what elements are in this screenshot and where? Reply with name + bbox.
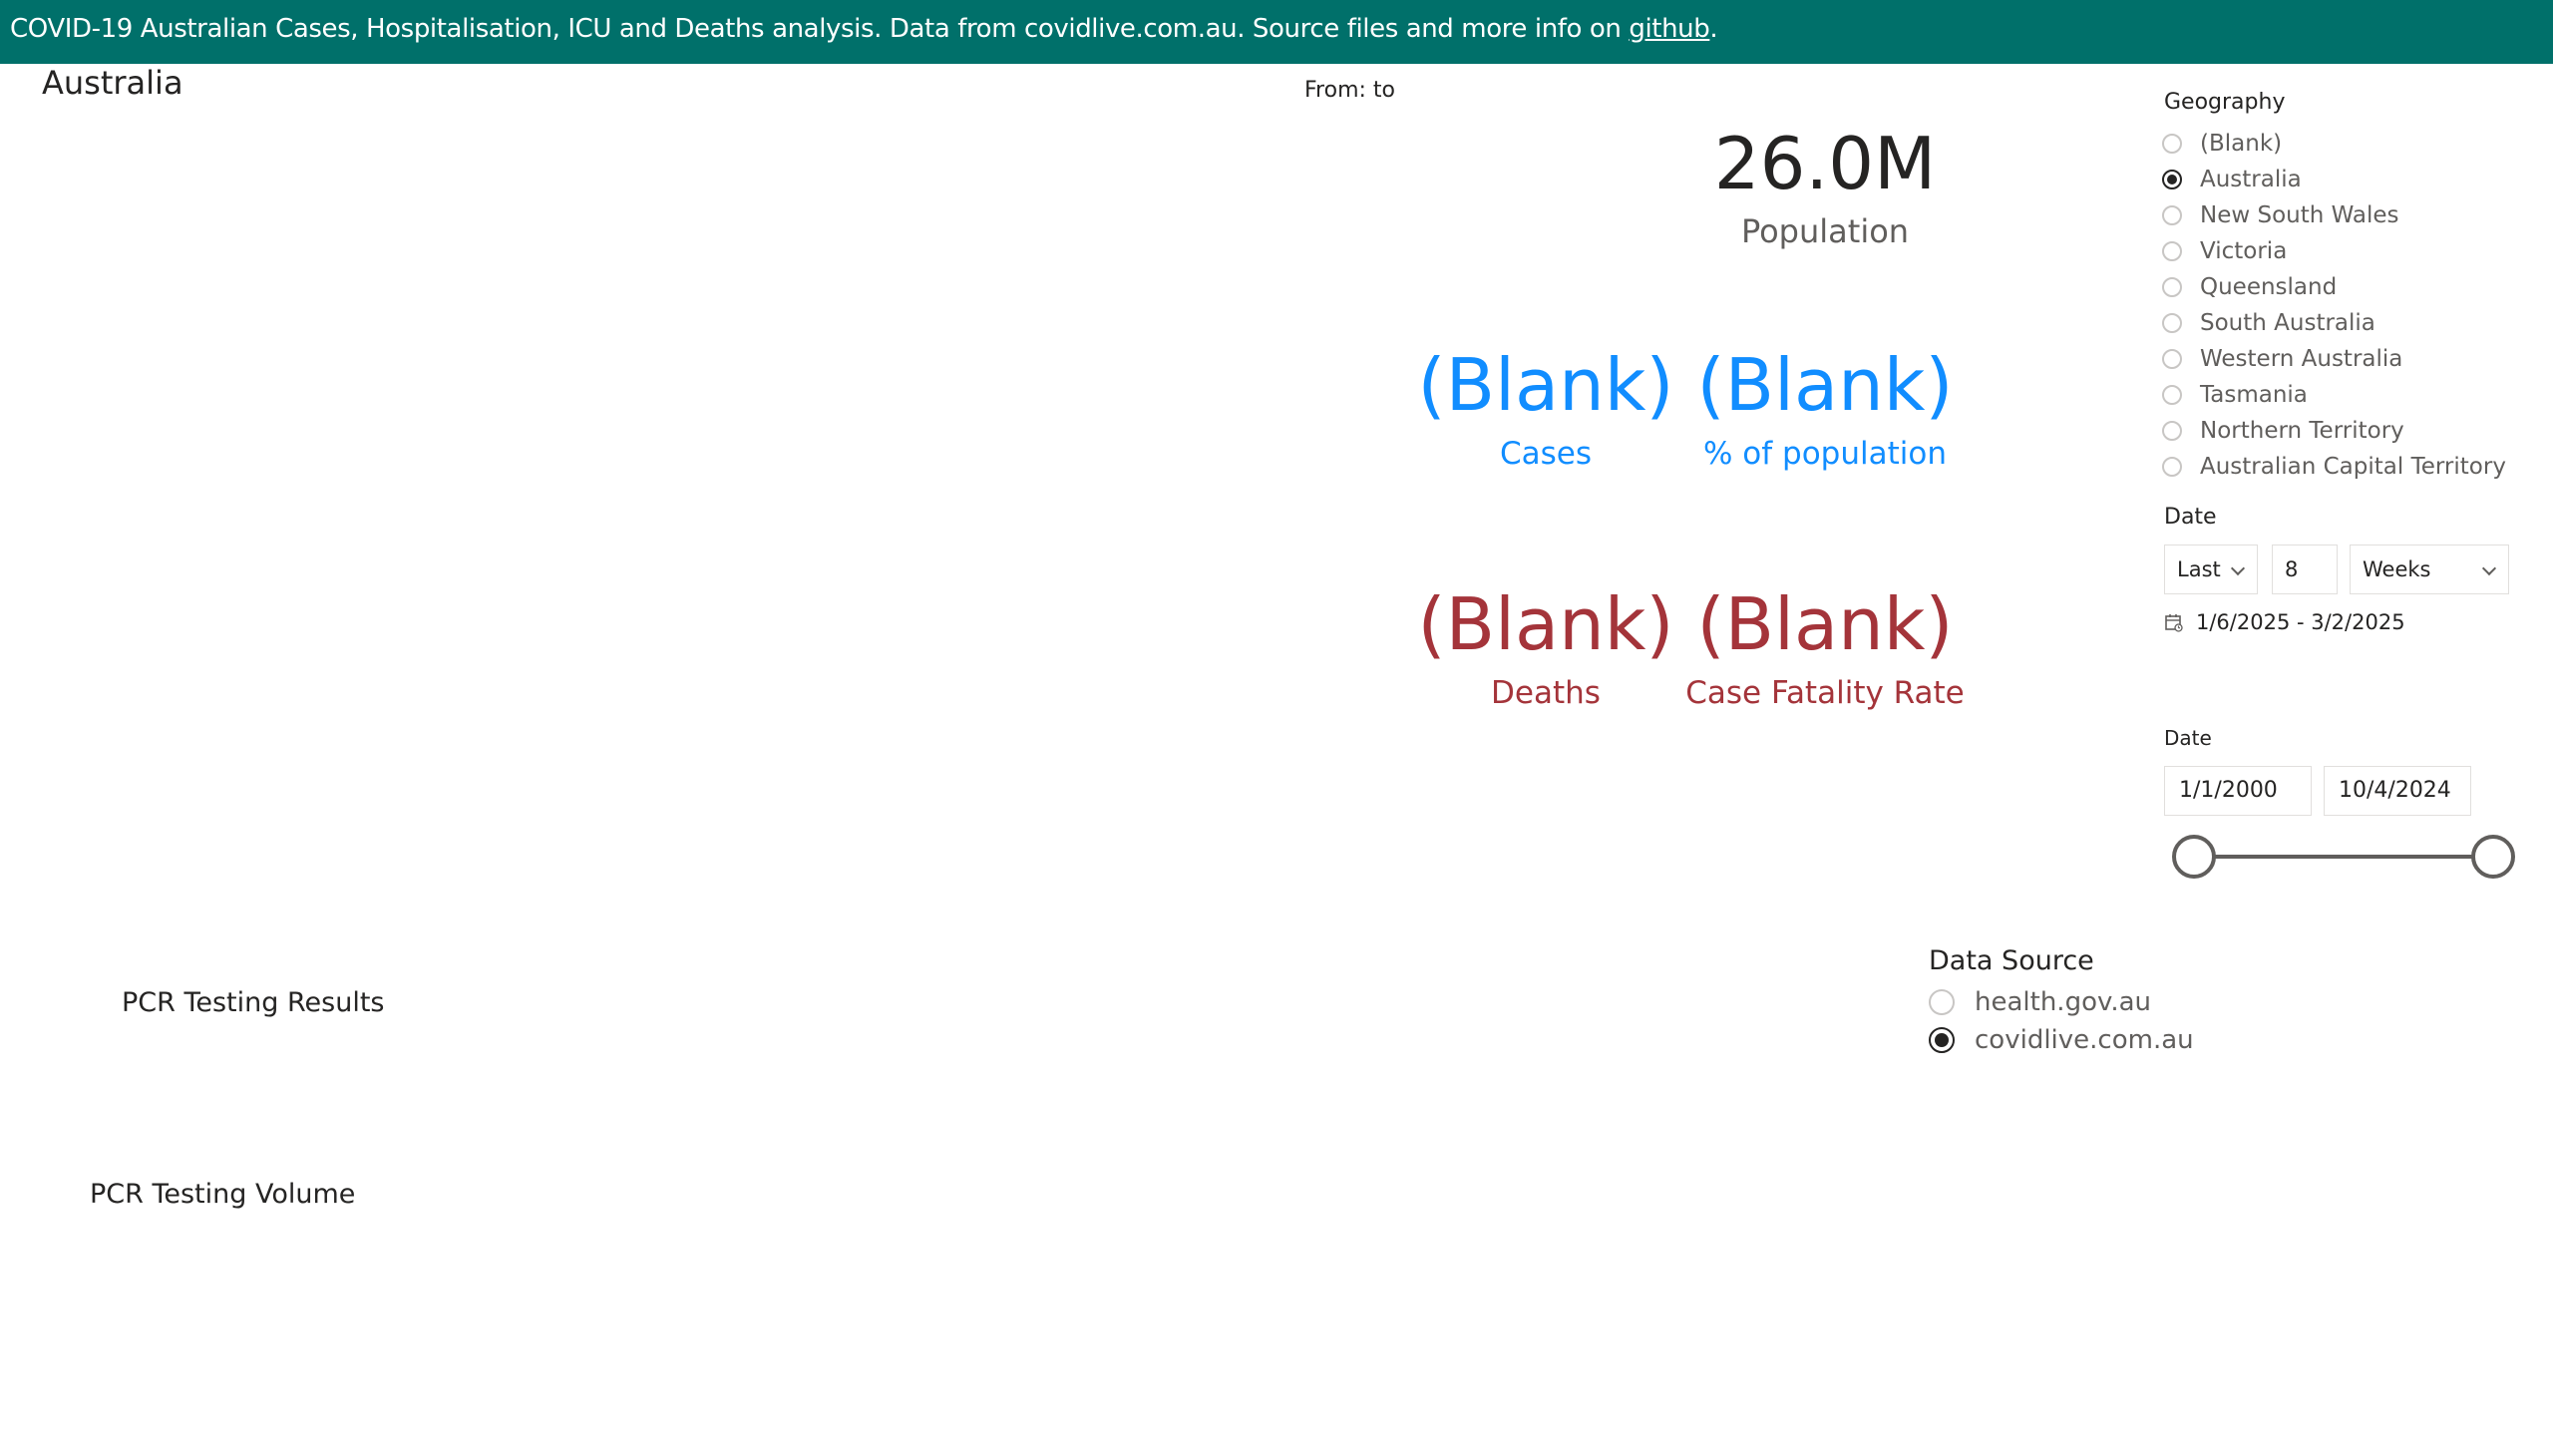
chevron-down-icon (2481, 560, 2497, 576)
geography-option-label: New South Wales (2200, 202, 2399, 228)
radio-icon[interactable] (2162, 349, 2182, 369)
geography-option-label: Western Australia (2200, 346, 2403, 372)
radio-icon[interactable] (2162, 277, 2182, 297)
geography-option-label: Australia (2200, 167, 2302, 192)
pcr-volume-title: PCR Testing Volume (90, 1179, 356, 1210)
end-date-value: 10/4/2024 (2339, 778, 2451, 803)
radio-icon[interactable] (2162, 241, 2182, 261)
data-source-option-label: covidlive.com.au (1975, 1025, 2194, 1055)
slider-end-handle[interactable] (2471, 835, 2515, 879)
relative-unit-dropdown[interactable]: Weeks (2350, 545, 2509, 594)
relative-mode-dropdown[interactable]: Last (2164, 545, 2258, 594)
deaths-value: (Blank) (1417, 582, 1674, 666)
pct-population-label: % of population (1702, 436, 1947, 472)
geography-option-label: Victoria (2200, 238, 2288, 264)
relative-mode-value: Last (2177, 557, 2221, 581)
geography-title: Australia (42, 64, 183, 102)
relative-count-input[interactable]: 8 (2272, 545, 2338, 594)
calendar-icon (2165, 614, 2183, 632)
banner-text: COVID-19 Australian Cases, Hospitalisati… (10, 14, 1630, 44)
population-value: 26.0M (1713, 122, 1937, 205)
geography-option[interactable]: New South Wales (2162, 197, 2506, 233)
data-source-option[interactable]: health.gov.au (1929, 983, 2194, 1021)
geography-option[interactable]: Australian Capital Territory (2162, 449, 2506, 485)
banner-suffix: . (1709, 14, 1718, 44)
cases-label: Cases (1499, 436, 1593, 472)
geography-option[interactable]: Northern Territory (2162, 413, 2506, 449)
slider-start-handle[interactable] (2172, 835, 2216, 879)
radio-icon[interactable] (2162, 421, 2182, 441)
geography-option[interactable]: Victoria (2162, 233, 2506, 269)
from-to-label: From: to (1304, 78, 1395, 103)
geography-option[interactable]: South Australia (2162, 305, 2506, 341)
data-source-title: Data Source (1929, 945, 2094, 976)
between-date-title: Date (2164, 726, 2212, 750)
relative-count-value: 8 (2285, 557, 2299, 581)
cfr-card: (Blank) Case Fatality Rate (1675, 578, 1975, 716)
geography-option[interactable]: Australia (2162, 162, 2506, 197)
geography-slicer: (Blank) Australia New South Wales Victor… (2162, 126, 2506, 485)
start-date-input[interactable]: 1/1/2000 (2164, 766, 2312, 816)
relative-date-title: Date (2164, 505, 2217, 530)
cases-card: (Blank) Cases (1396, 339, 1695, 477)
radio-icon[interactable] (1929, 989, 1955, 1015)
geography-option[interactable]: Western Australia (2162, 341, 2506, 377)
header-banner: COVID-19 Australian Cases, Hospitalisati… (0, 0, 2553, 64)
end-date-input[interactable]: 10/4/2024 (2324, 766, 2471, 816)
cfr-value: (Blank) (1696, 582, 1954, 666)
radio-icon[interactable] (2162, 205, 2182, 225)
population-label: Population (1740, 212, 1910, 250)
data-source-option[interactable]: covidlive.com.au (1929, 1021, 2194, 1059)
github-link[interactable]: github (1629, 14, 1709, 44)
deaths-card: (Blank) Deaths (1396, 578, 1695, 716)
radio-checked-icon[interactable] (2162, 170, 2182, 189)
relative-date-range-text: 1/6/2025 - 3/2/2025 (2196, 610, 2405, 634)
radio-icon[interactable] (2162, 313, 2182, 333)
geography-option-label: South Australia (2200, 310, 2375, 336)
data-source-option-label: health.gov.au (1975, 987, 2152, 1017)
geography-option-label: (Blank) (2200, 131, 2283, 157)
report-page: COVID-19 Australian Cases, Hospitalisati… (0, 0, 2553, 1456)
start-date-value: 1/1/2000 (2179, 778, 2278, 803)
geography-option[interactable]: Queensland (2162, 269, 2506, 305)
geography-slicer-title: Geography (2164, 90, 2286, 115)
radio-icon[interactable] (2162, 385, 2182, 405)
chevron-down-icon (2230, 560, 2246, 576)
pct-population-card: (Blank) % of population (1675, 339, 1975, 477)
geography-option[interactable]: (Blank) (2162, 126, 2506, 162)
deaths-label: Deaths (1491, 675, 1601, 711)
geography-option-label: Queensland (2200, 274, 2338, 300)
relative-unit-value: Weeks (2363, 557, 2431, 581)
radio-icon[interactable] (2162, 134, 2182, 154)
geography-option[interactable]: Tasmania (2162, 377, 2506, 413)
radio-checked-icon[interactable] (1929, 1027, 1955, 1053)
pcr-results-title: PCR Testing Results (122, 987, 385, 1018)
cases-value: (Blank) (1417, 343, 1674, 427)
geography-option-label: Northern Territory (2200, 418, 2404, 444)
radio-icon[interactable] (2162, 457, 2182, 477)
relative-date-range: 1/6/2025 - 3/2/2025 (2164, 610, 2405, 634)
geography-option-label: Australian Capital Territory (2200, 454, 2506, 480)
date-range-slider-track[interactable] (2194, 855, 2493, 859)
data-source-slicer: health.gov.au covidlive.com.au (1929, 983, 2194, 1059)
geography-option-label: Tasmania (2200, 382, 2308, 408)
pct-population-value: (Blank) (1696, 343, 1954, 427)
cfr-label: Case Fatality Rate (1685, 675, 1965, 711)
population-card: 26.0M Population (1675, 118, 1975, 253)
